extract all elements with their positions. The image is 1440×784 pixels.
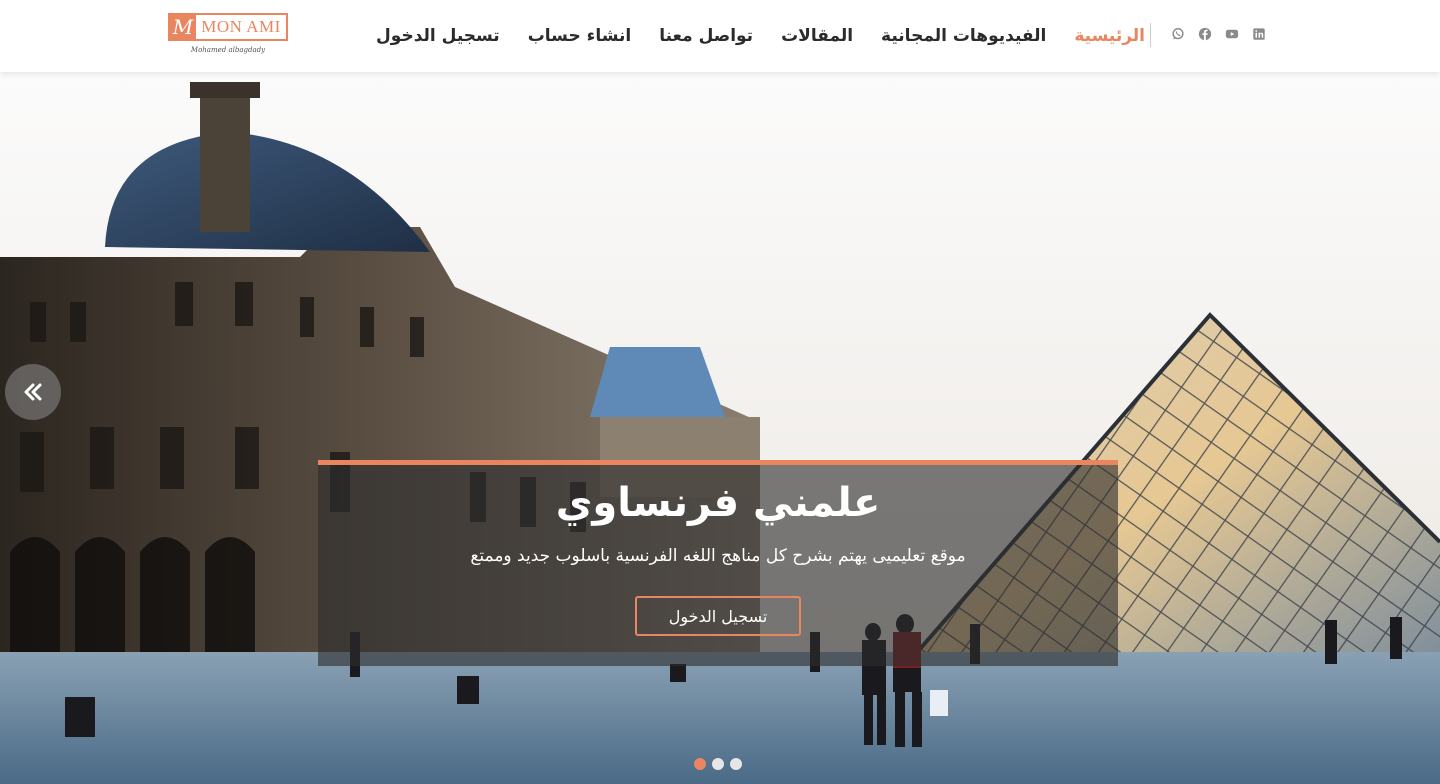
logo-tagline: Mohamed albagdady bbox=[190, 46, 266, 54]
nav-item-free-videos[interactable]: الفيديوهات المجانية bbox=[881, 26, 1046, 46]
nav-item-login[interactable]: تسجيل الدخول bbox=[376, 26, 500, 46]
double-chevron-left-icon bbox=[24, 383, 42, 401]
youtube-icon[interactable] bbox=[1222, 24, 1242, 44]
nav-item-home[interactable]: الرئيسية bbox=[1074, 26, 1145, 46]
hero-background-image bbox=[0, 72, 1440, 784]
logo-brand: MON AMI bbox=[201, 17, 281, 36]
slider-dot-1[interactable] bbox=[694, 758, 706, 770]
logo-box: M MON AMI bbox=[168, 13, 288, 41]
nav-item-contact[interactable]: تواصل معنا bbox=[659, 26, 753, 46]
slider-dot-2[interactable] bbox=[712, 758, 724, 770]
logo-mark: M bbox=[170, 15, 196, 39]
caption-accent-bar bbox=[318, 460, 1118, 465]
site-logo[interactable]: M MON AMI Mohamed albagdady bbox=[168, 13, 292, 59]
linkedin-icon[interactable] bbox=[1249, 24, 1269, 44]
site-header: M MON AMI Mohamed albagdady الرئيسية الف… bbox=[0, 0, 1440, 72]
main-nav: الرئيسية الفيديوهات المجانية المقالات تو… bbox=[376, 0, 1145, 72]
slider-prev-button[interactable] bbox=[5, 364, 61, 420]
nav-item-register[interactable]: انشاء حساب bbox=[528, 26, 632, 46]
nav-divider bbox=[1150, 23, 1151, 47]
slider-dot-3[interactable] bbox=[730, 758, 742, 770]
slider-pagination bbox=[694, 758, 748, 770]
hero-slider: علمني فرنساوي موقع تعليميى يهتم بشرح كل … bbox=[0, 72, 1440, 784]
slide-caption: علمني فرنساوي موقع تعليميى يهتم بشرح كل … bbox=[318, 460, 1118, 666]
nav-item-articles[interactable]: المقالات bbox=[781, 26, 853, 46]
slide-login-button[interactable]: تسجيل الدخول bbox=[635, 596, 801, 636]
facebook-icon[interactable] bbox=[1195, 24, 1215, 44]
whatsapp-icon[interactable] bbox=[1168, 24, 1188, 44]
slide-title: علمني فرنساوي bbox=[555, 480, 881, 526]
slide-subtitle: موقع تعليميى يهتم بشرح كل مناهج اللغه ال… bbox=[470, 546, 966, 566]
social-links bbox=[1168, 24, 1276, 44]
